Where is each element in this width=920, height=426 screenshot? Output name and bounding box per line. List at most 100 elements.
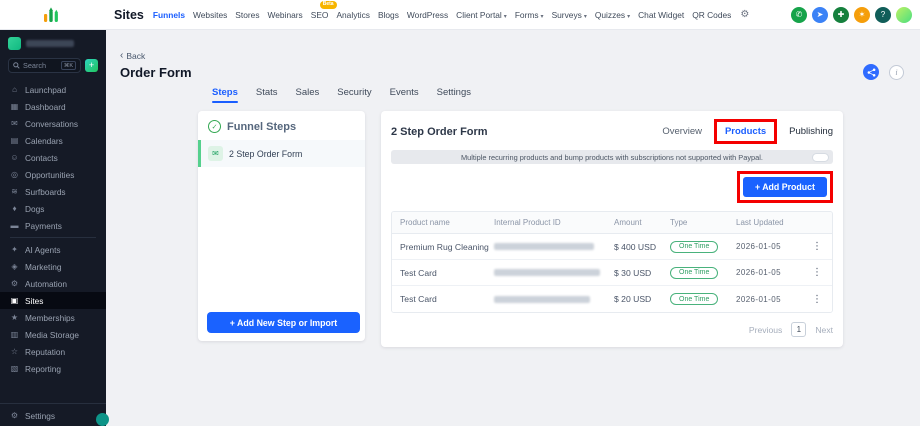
- page-header-actions: i: [863, 64, 904, 80]
- tab-steps[interactable]: Steps: [212, 87, 238, 103]
- sidebar-item-label: Calendars: [25, 136, 63, 146]
- panel-tab-publishing[interactable]: Publishing: [789, 126, 833, 137]
- top-tab-client-portal-label: Client Portal: [456, 10, 502, 20]
- tab-settings[interactable]: Settings: [437, 87, 471, 103]
- back-label: Back: [126, 51, 145, 61]
- top-tab-chat-widget[interactable]: Chat Widget: [638, 8, 684, 22]
- sidebar-item-reputation[interactable]: ☆Reputation: [0, 343, 106, 360]
- top-tab-funnels[interactable]: Funnels: [153, 8, 185, 22]
- top-tab-blogs[interactable]: Blogs: [378, 8, 399, 22]
- tab-security[interactable]: Security: [337, 87, 371, 103]
- funnel-step-label: 2 Step Order Form: [229, 149, 302, 159]
- sidebar-item-marketing[interactable]: ◈Marketing: [0, 258, 106, 275]
- rocket-icon[interactable]: ➤: [812, 7, 828, 23]
- tab-events[interactable]: Events: [390, 87, 419, 103]
- top-tab-analytics[interactable]: Analytics: [336, 8, 370, 22]
- sidebar-item-label: Conversations: [25, 119, 78, 129]
- top-tab-quizzes[interactable]: Quizzes▾: [595, 8, 630, 22]
- user-avatar[interactable]: [896, 7, 912, 23]
- beta-badge: Beta: [320, 1, 337, 9]
- info-button[interactable]: i: [889, 65, 904, 80]
- sidebar-item-media-storage[interactable]: ▥Media Storage: [0, 326, 106, 343]
- sidebar-item-dogs[interactable]: ♦ Dogs: [0, 200, 106, 217]
- col-type: Type: [670, 218, 736, 227]
- quick-add-button[interactable]: +: [85, 59, 98, 72]
- search-box[interactable]: ⌘K: [8, 58, 81, 73]
- sidebar-item-launchpad[interactable]: ⌂Launchpad: [0, 81, 106, 98]
- top-tab-forms[interactable]: Forms▾: [515, 8, 544, 22]
- account-switcher[interactable]: [8, 37, 98, 50]
- sidebar-item-payments[interactable]: ▬Payments: [0, 217, 106, 234]
- gear-icon[interactable]: ⚙: [740, 9, 749, 20]
- help-icon[interactable]: ?: [875, 7, 891, 23]
- cell-amount: $ 20 USD: [614, 294, 670, 304]
- redacted-id-bar: [494, 243, 594, 250]
- row-menu-kebab-icon[interactable]: ⋮: [810, 294, 824, 305]
- top-tab-seo[interactable]: SEOBeta: [311, 8, 329, 22]
- table-row: Test Card $ 20 USD One Time 2026-01-05 ⋮: [392, 286, 832, 312]
- type-badge: One Time: [670, 293, 718, 305]
- funnel-steps-panel: ✓ Funnel Steps ✉ 2 Step Order Form + Add…: [198, 111, 365, 341]
- tab-stats[interactable]: Stats: [256, 87, 278, 103]
- page-title: Order Form: [120, 65, 906, 80]
- share-icon: [867, 68, 876, 77]
- sidebar-item-ai-agents[interactable]: ✦AI Agents: [0, 241, 106, 258]
- sidebar-item-label: Dogs: [25, 204, 44, 214]
- funnel-step-item[interactable]: ✉ 2 Step Order Form: [198, 140, 365, 167]
- row-menu-kebab-icon[interactable]: ⋮: [810, 267, 824, 278]
- previous-page-button[interactable]: Previous: [749, 325, 782, 335]
- sidebar-item-contacts[interactable]: ☺Contacts: [0, 149, 106, 166]
- account-avatar: [8, 37, 21, 50]
- top-tab-stores[interactable]: Stores: [235, 8, 259, 22]
- calendars-icon: ▤: [10, 136, 19, 145]
- funnel-steps-title: Funnel Steps: [227, 121, 296, 133]
- sidebar-item-reporting[interactable]: ▧Reporting: [0, 360, 106, 377]
- notice-toggle[interactable]: [812, 153, 829, 162]
- sidebar-item-settings[interactable]: ⚙Settings: [0, 407, 106, 424]
- apps-icon[interactable]: ✚: [833, 7, 849, 23]
- dogs-icon: ♦: [10, 204, 19, 213]
- panel-title: 2 Step Order Form: [391, 126, 488, 138]
- top-tab-seo-label: SEO: [311, 10, 329, 20]
- next-page-button[interactable]: Next: [815, 325, 833, 335]
- sidebar-item-label: Automation: [25, 279, 67, 289]
- tab-sales[interactable]: Sales: [296, 87, 320, 103]
- sidebar-item-dashboard[interactable]: ▦Dashboard: [0, 98, 106, 115]
- products-table: Product name Internal Product ID Amount …: [391, 211, 833, 313]
- top-tab-surveys-label: Surveys: [552, 10, 582, 20]
- top-tab-qr-codes[interactable]: QR Codes: [692, 8, 731, 22]
- panel-tab-products[interactable]: Products: [725, 126, 766, 137]
- sidebar-item-calendars[interactable]: ▤ Calendars: [0, 132, 106, 149]
- annotation-box-add-product: + Add Product: [737, 171, 833, 203]
- sidebar-item-opportunities[interactable]: ◎Opportunities: [0, 166, 106, 183]
- page-number-1[interactable]: 1: [791, 322, 806, 337]
- sidebar-item-automation[interactable]: ⚙Automation: [0, 275, 106, 292]
- top-tab-client-portal[interactable]: Client Portal▾: [456, 8, 507, 22]
- pagination: Previous 1 Next: [391, 322, 833, 337]
- top-tab-webinars[interactable]: Webinars: [268, 8, 303, 22]
- sidebar-item-surfboards[interactable]: ≋Surfboards: [0, 183, 106, 200]
- share-button[interactable]: [863, 64, 879, 80]
- top-tab-wordpress[interactable]: WordPress: [407, 8, 448, 22]
- sidebar-item-sites[interactable]: ▣Sites: [0, 292, 106, 309]
- row-menu-kebab-icon[interactable]: ⋮: [810, 241, 824, 252]
- order-form-panel: 2 Step Order Form Overview Products Publ…: [381, 111, 843, 347]
- add-product-button[interactable]: + Add Product: [743, 177, 827, 197]
- support-chat-bubble[interactable]: [96, 413, 109, 426]
- add-new-step-button[interactable]: + Add New Step or Import: [207, 312, 360, 333]
- cell-last-updated: 2026-01-05: [736, 295, 810, 304]
- sidebar-item-conversations[interactable]: ✉Conversations: [0, 115, 106, 132]
- check-circle-icon: ✓: [208, 120, 221, 133]
- phone-icon[interactable]: ✆: [791, 7, 807, 23]
- col-last-updated: Last Updated: [736, 218, 810, 227]
- sidebar-item-memberships[interactable]: ★Memberships: [0, 309, 106, 326]
- top-tab-websites[interactable]: Websites: [193, 8, 227, 22]
- search-input[interactable]: [23, 61, 58, 70]
- sidebar-item-label: Media Storage: [25, 330, 79, 340]
- notifications-bell-icon[interactable]: ✶: [854, 7, 870, 23]
- top-tab-surveys[interactable]: Surveys▾: [552, 8, 587, 22]
- panel-tab-overview[interactable]: Overview: [662, 126, 702, 137]
- main-content: ‹Back Order Form i Steps Stats Sales Sec…: [106, 30, 920, 426]
- back-link[interactable]: ‹Back: [120, 51, 145, 61]
- sidebar-item-label: Memberships: [25, 313, 75, 323]
